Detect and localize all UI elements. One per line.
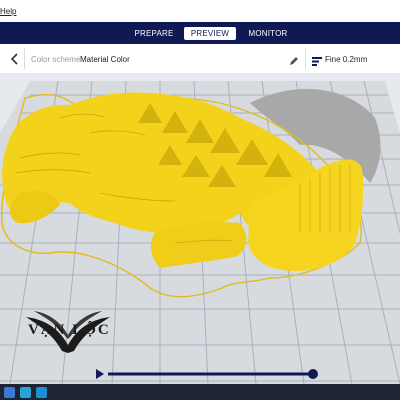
play-icon[interactable] <box>96 369 104 379</box>
tab-monitor[interactable]: MONITOR <box>240 27 296 40</box>
brand-logo-name: VẠN LỘC <box>28 322 111 338</box>
toolbar-divider <box>305 48 306 69</box>
pencil-icon[interactable] <box>289 53 299 65</box>
tab-prepare[interactable]: PREPARE <box>128 27 180 40</box>
tab-preview[interactable]: PREVIEW <box>184 27 236 40</box>
chevron-left-icon[interactable] <box>10 52 20 65</box>
view-toolbar: Color scheme Material Color Fine 0.2mm <box>0 44 400 74</box>
layers-icon[interactable] <box>312 53 322 66</box>
menu-help[interactable]: Help <box>0 7 16 16</box>
color-scheme-label: Color scheme <box>31 55 81 64</box>
menu-bar: Help <box>0 0 400 23</box>
print-profile-select[interactable]: Fine 0.2mm <box>325 55 367 64</box>
app-icon[interactable] <box>4 387 15 398</box>
layer-playback-bar <box>0 364 400 384</box>
taskbar <box>0 384 400 400</box>
color-scheme-select[interactable]: Material Color <box>80 55 130 64</box>
app-icon[interactable] <box>36 387 47 398</box>
app-icon[interactable] <box>20 387 31 398</box>
stage-bar: PREPARE PREVIEW MONITOR <box>0 22 400 44</box>
layer-slider-handle <box>308 369 318 379</box>
toolbar-divider <box>24 48 25 69</box>
